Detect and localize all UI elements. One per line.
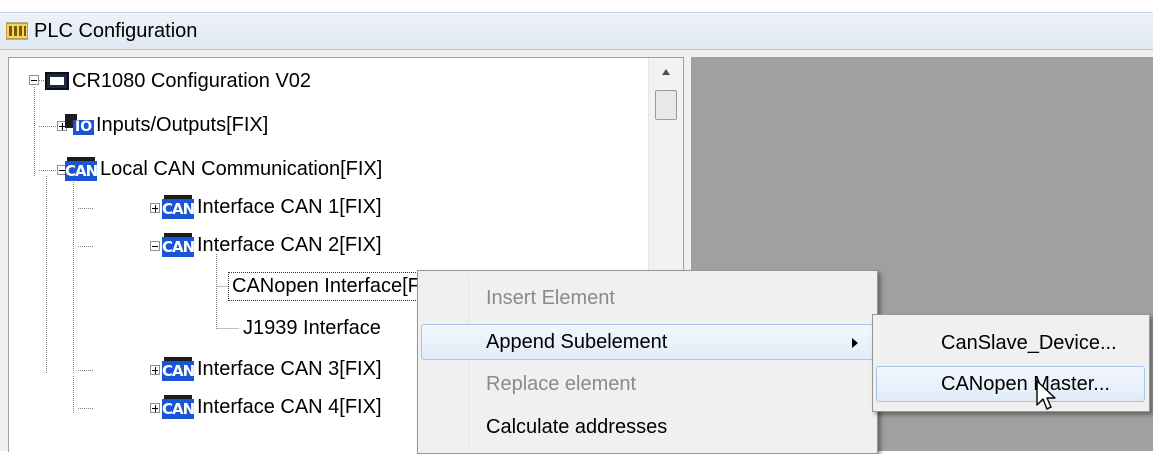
tree-node-root[interactable]: CR1080 Configuration V02 [45,64,313,98]
tree-node-label: CANopen Interface[FIX] [227,271,449,301]
can-icon: CAN [162,395,195,419]
tree-node-label: Interface CAN 1[FIX] [197,195,382,218]
can-icon: CAN [162,233,195,257]
mouse-pointer-icon [1036,380,1056,410]
can-icon-text: CAN [162,237,195,257]
tree-node-label: CR1080 Configuration V02 [72,69,312,92]
tree-node-interface-can-2[interactable]: CAN Interface CAN 2[FIX] [162,228,384,262]
tree-node-j1939-interface[interactable]: J1939 Interface [241,311,383,345]
cropped-caption [0,0,1153,12]
can-icon: CAN [162,195,195,219]
submenu-item-canopen-master[interactable]: CANopen Master... [876,366,1145,402]
menu-item-label: Append Subelement [486,330,668,353]
append-subelement-submenu: CanSlave_Device... CANopen Master... [872,314,1150,412]
can-icon-text: CAN [162,361,195,381]
tree-node-label: Local CAN Communication[FIX] [100,157,383,180]
submenu-arrow-icon [852,338,858,348]
submenu-item-canslave-device[interactable]: CanSlave_Device... [876,325,1145,361]
tree-node-interface-can-3[interactable]: CAN Interface CAN 3[FIX] [162,352,384,386]
tree-node-inputs-outputs[interactable]: IO Inputs/Outputs[FIX] [65,108,270,142]
io-icon-text: IO [73,119,95,135]
menu-item-label: CANopen Master... [941,372,1110,395]
menu-item-calculate-addresses[interactable]: Calculate addresses [421,409,873,445]
tree-node-label: Interface CAN 4[FIX] [197,395,382,418]
tree-node-interface-can-1[interactable]: CAN Interface CAN 1[FIX] [162,190,384,224]
tree-node-interface-can-4[interactable]: CAN Interface CAN 4[FIX] [162,390,384,424]
menu-item-replace-element[interactable]: Replace element [421,366,873,402]
menu-item-label: Replace element [486,372,637,395]
title-bar: PLC Configuration [0,13,1153,50]
menu-item-insert-element[interactable]: Insert Element [421,280,873,316]
tree-node-label: J1939 Interface [243,316,381,339]
can-icon-text: CAN [162,199,195,219]
menu-item-append-subelement[interactable]: Append Subelement [421,324,873,360]
menu-item-label: Insert Element [486,286,615,309]
can-icon: CAN [162,357,195,381]
context-menu: Insert Element Append Subelement Replace… [417,270,878,454]
scroll-thumb[interactable] [655,90,677,120]
tree-node-label: Inputs/Outputs[FIX] [96,113,269,136]
can-icon-text: CAN [65,161,98,181]
tree-node-canopen-interface[interactable]: CANopen Interface[FIX] [227,269,449,303]
tree-node-label: Interface CAN 3[FIX] [197,357,382,380]
window-title: PLC Configuration [34,19,198,42]
can-icon: CAN [65,157,98,181]
monitor-icon [45,72,69,90]
menu-item-label: CanSlave_Device... [941,331,1117,354]
menu-item-label: Calculate addresses [486,415,668,438]
io-icon: IO [65,114,95,136]
scroll-up-arrow-icon[interactable] [649,58,683,86]
can-icon-text: CAN [162,399,195,419]
tree-node-label: Interface CAN 2[FIX] [197,233,382,256]
tree-node-local-can[interactable]: CAN Local CAN Communication[FIX] [65,152,384,186]
plc-config-icon [6,22,28,40]
